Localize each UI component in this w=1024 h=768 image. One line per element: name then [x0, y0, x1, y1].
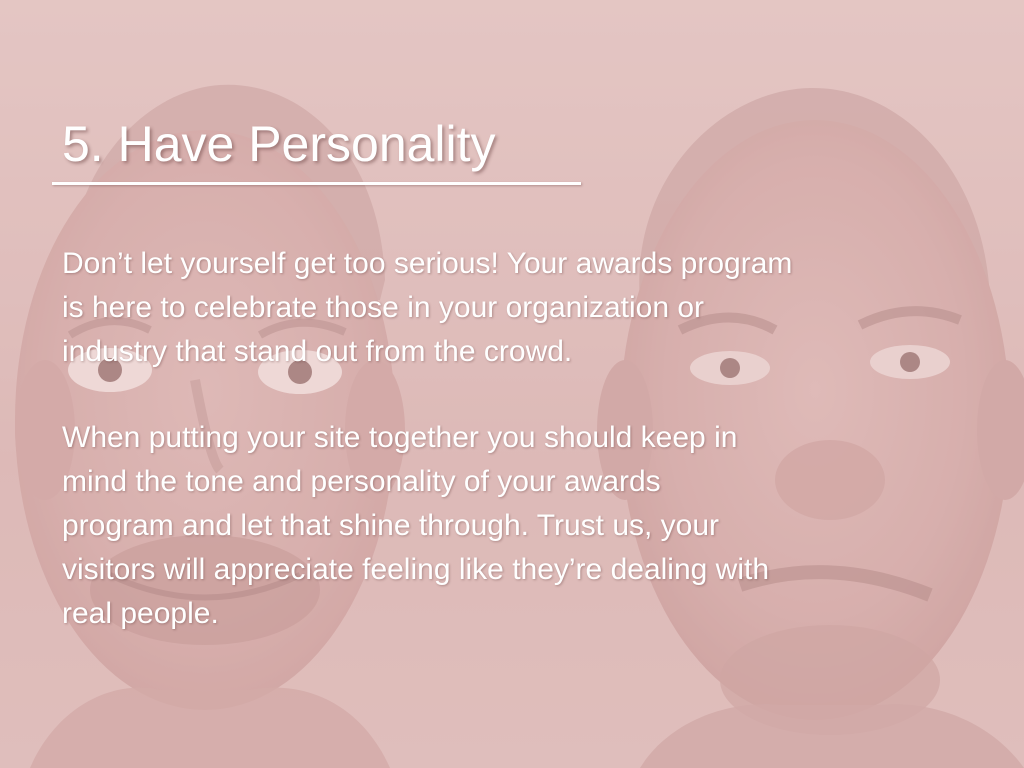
paragraph-2: When putting your site together you shou…: [62, 416, 992, 636]
paragraph-2-line-3: program and let that shine through. Trus…: [62, 509, 720, 542]
paragraph-1-line-2: is here to celebrate those in your organ…: [62, 291, 705, 324]
paragraph-2-line-1: When putting your site together you shou…: [62, 421, 738, 454]
paragraph-2-line-2: mind the tone and personality of your aw…: [62, 465, 661, 498]
paragraph-1-line-3: industry that stand out from the crowd.: [62, 335, 573, 368]
paragraph-2-line-5: real people.: [62, 597, 219, 630]
paragraph-1-line-1: Don’t let yourself get too serious! Your…: [62, 247, 793, 280]
slide-title: 5. Have Personality: [62, 116, 496, 172]
slide: 5. Have Personality Don’t let yourself g…: [0, 0, 1024, 768]
paragraph-1: Don’t let yourself get too serious! Your…: [62, 242, 992, 374]
title-underline: [52, 182, 581, 185]
paragraph-2-line-4: visitors will appreciate feeling like th…: [62, 553, 770, 586]
slide-body: Don’t let yourself get too serious! Your…: [62, 242, 992, 636]
